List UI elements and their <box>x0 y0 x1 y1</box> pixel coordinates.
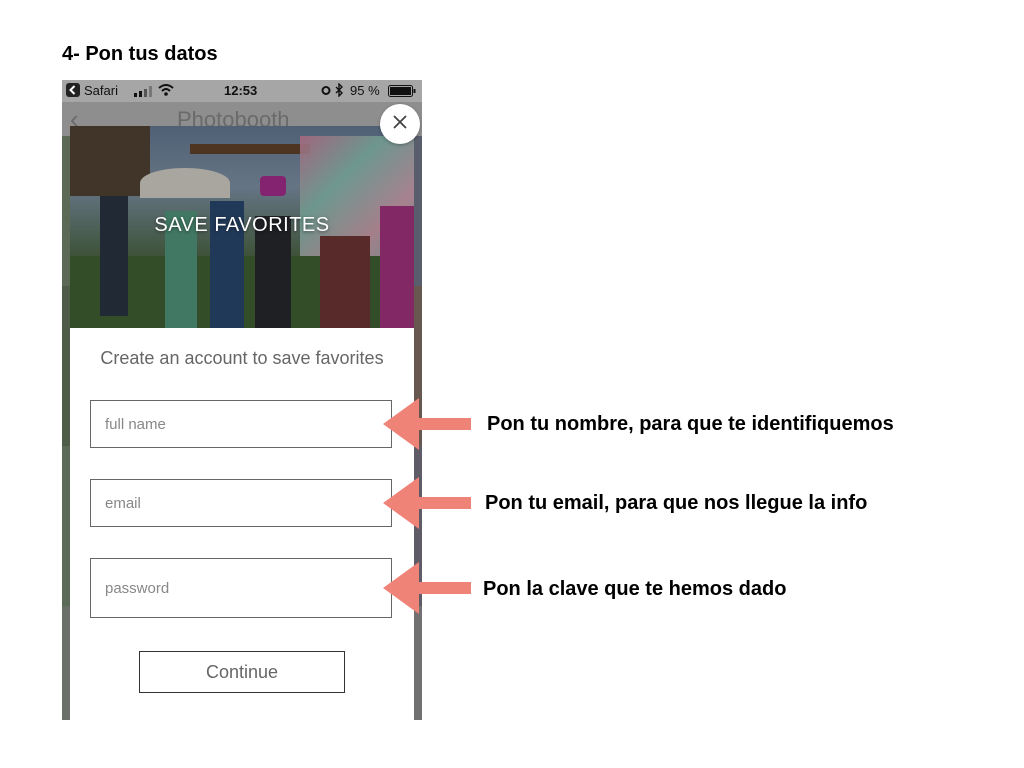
bluetooth-icon <box>335 82 344 100</box>
alarm-icon <box>320 84 332 99</box>
email-field[interactable] <box>90 479 392 527</box>
battery-icon <box>388 85 416 100</box>
signal-icon <box>134 85 154 100</box>
status-bar: Safari 12:53 95 % <box>62 80 422 102</box>
modal-hero-image: SAVE FAVORITES <box>70 126 414 328</box>
annotation-password: Pon la clave que te hemos dado <box>483 578 787 600</box>
continue-button[interactable]: Continue <box>139 651 345 693</box>
wifi-icon <box>158 84 174 99</box>
signup-form: Create an account to save favorites Cont… <box>70 328 414 720</box>
password-field[interactable] <box>90 558 392 618</box>
back-to-app-icon[interactable] <box>66 83 80 100</box>
full-name-field[interactable] <box>90 400 392 448</box>
phone-screenshot: Safari 12:53 95 % ‹ Photobooth SAVE FAVO… <box>62 80 422 720</box>
modal-hero-title: SAVE FAVORITES <box>154 214 330 236</box>
annotation-name: Pon tu nombre, para que te identifiquemo… <box>487 413 894 435</box>
battery-percent: 95 % <box>350 83 380 98</box>
annotation-arrow-name <box>383 398 473 450</box>
status-time: 12:53 <box>224 83 258 98</box>
close-modal-button[interactable] <box>380 104 420 144</box>
form-subtitle: Create an account to save favorites <box>100 348 384 368</box>
annotation-email: Pon tu email, para que nos llegue la inf… <box>485 492 868 514</box>
close-icon <box>392 114 408 135</box>
back-app-label[interactable]: Safari <box>84 83 118 98</box>
annotation-arrow-email <box>383 477 473 529</box>
annotation-arrow-password <box>383 562 473 614</box>
page-heading: 4- Pon tus datos <box>62 43 218 65</box>
